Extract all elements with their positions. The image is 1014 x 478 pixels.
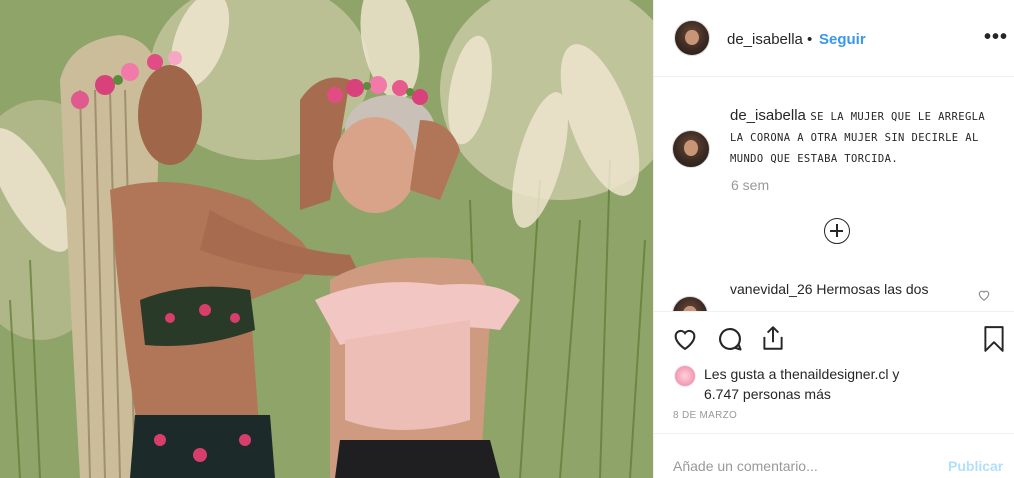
comment-username[interactable]: vanevidal_26 [730, 281, 813, 297]
actions-section: Les gusta a thenaildesigner.cl y 6.747 p… [654, 311, 1014, 433]
comment: vanevidal_26 Hermosas las dos [730, 281, 928, 297]
author-username[interactable]: de_isabella [727, 31, 803, 48]
caption-avatar[interactable] [672, 130, 710, 168]
bookmark-icon[interactable] [982, 325, 1006, 353]
publish-button[interactable]: Publicar [948, 458, 1003, 474]
likes-line-1[interactable]: Les gusta a thenaildesigner.cl y [704, 364, 1004, 384]
add-circle-icon[interactable] [824, 218, 850, 244]
add-comment-bar: Añade un comentario... Publicar [654, 433, 1014, 478]
comment-text: Hermosas las dos [816, 281, 929, 297]
comment-icon[interactable] [716, 325, 744, 353]
post-photo-illustration [0, 0, 653, 478]
caption-time[interactable]: 6 sem [731, 177, 769, 193]
heart-icon[interactable] [671, 325, 699, 353]
author-avatar[interactable] [674, 20, 710, 56]
share-icon[interactable] [760, 324, 786, 352]
liker-avatar[interactable] [674, 365, 696, 387]
post-side-panel: de_isabella • Seguir ••• de_isabella SE … [653, 0, 1014, 478]
post-date[interactable]: 8 DE MARZO [673, 410, 737, 421]
comment-like-heart-icon[interactable] [977, 288, 991, 302]
post-header: de_isabella • Seguir ••• [654, 0, 1014, 77]
caption-username[interactable]: de_isabella [730, 107, 806, 124]
more-icon[interactable]: ••• [984, 26, 1008, 49]
separator-dot: • [807, 31, 813, 48]
comment-input[interactable]: Añade un comentario... [673, 458, 818, 474]
follow-button[interactable]: Seguir [819, 31, 866, 48]
post-photo[interactable] [0, 0, 653, 478]
likes-line-2[interactable]: 6.747 personas más [704, 384, 1004, 404]
caption: de_isabella SE LA MUJER QUE LE ARREGLA L… [730, 106, 1000, 169]
